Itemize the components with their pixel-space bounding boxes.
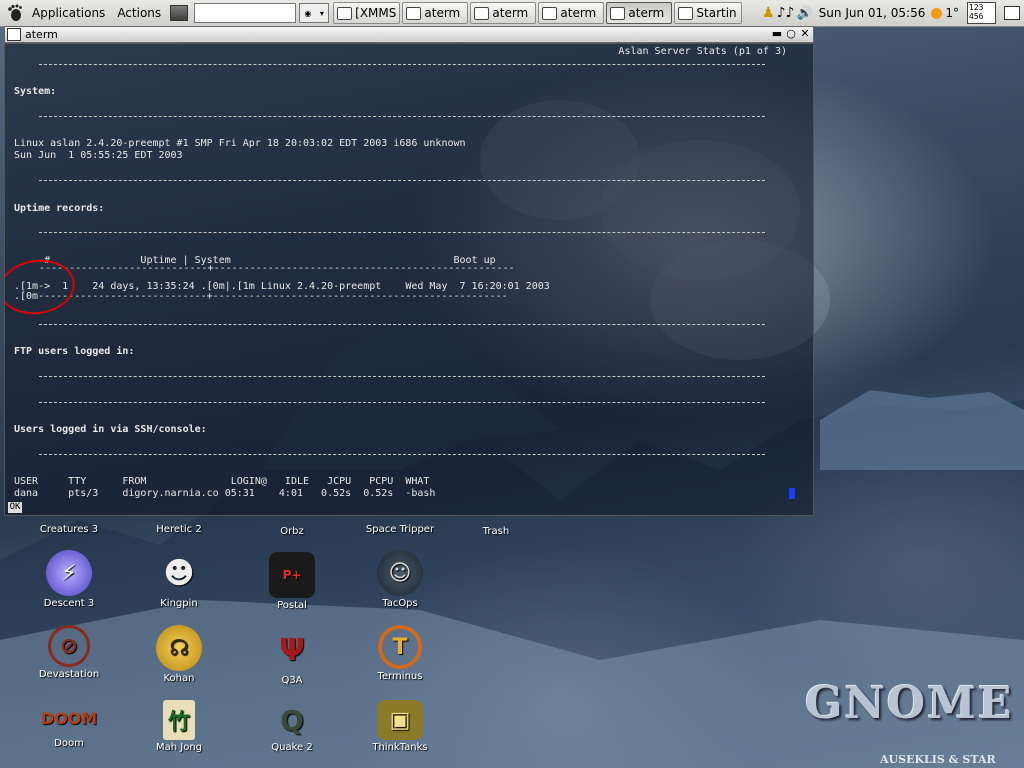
doom-icon: DOOM (40, 708, 98, 728)
separator (39, 376, 765, 377)
volume-spin-icon[interactable]: ◉ ▾ (299, 3, 330, 23)
desktop-icon-devastation[interactable]: ⊘ Devastation (24, 625, 114, 680)
clock[interactable]: Sun Jun 01, 05:56 (813, 6, 932, 20)
who-header: USER TTY FROM LOGIN@ IDLE JCPU PCPU WHAT (14, 476, 430, 487)
close-icon[interactable]: ✕ (799, 28, 811, 40)
mahjong-icon: 竹 (163, 700, 195, 740)
maximize-icon[interactable]: ○ (785, 28, 797, 40)
who-row: dana pts/3 digory.narnia.co 05:31 4:01 0… (14, 488, 436, 499)
terminal-cursor (789, 488, 795, 499)
weather-temperature[interactable]: 1° (945, 6, 959, 20)
date-line: Sun Jun 1 05:55:25 EDT 2003 (14, 150, 183, 161)
ftp-heading: FTP users logged in: (14, 346, 135, 357)
desktop-icon-heretic-2[interactable]: Heretic 2 (134, 520, 224, 535)
gnome-foot-icon[interactable] (4, 2, 26, 24)
volume-icon[interactable]: 🔊 (796, 6, 812, 21)
uptime-table-separator: ----------------------------+-----------… (39, 263, 515, 274)
system-heading: System: (14, 86, 57, 97)
ok-indicator: OK (8, 502, 22, 513)
terminal-launcher-icon[interactable] (170, 5, 189, 21)
window-title: aterm (25, 28, 58, 41)
task-starting[interactable]: Startin (674, 2, 743, 24)
separator (39, 324, 765, 325)
postal-icon: P+ (269, 552, 315, 598)
window-icon (678, 6, 694, 20)
separator (39, 454, 765, 455)
separator (39, 64, 765, 65)
task-aterm-1[interactable]: aterm (402, 2, 469, 24)
desktop-icon-space-tripper[interactable]: Space Tripper (355, 520, 445, 535)
task-aterm-3[interactable]: aterm (538, 2, 605, 24)
command-entry[interactable] (194, 3, 297, 23)
gaim-buddy-icon[interactable]: ♟ (762, 5, 775, 21)
minimize-icon[interactable]: ▬ (771, 28, 783, 40)
separator (39, 402, 765, 403)
desktop-icon-terminus[interactable]: T Terminus (355, 625, 445, 682)
uname-line: Linux aslan 2.4.20-preempt #1 SMP Fri Ap… (14, 138, 466, 149)
music-note-icon[interactable]: ♪♪ (777, 5, 795, 21)
window-menu-icon[interactable] (7, 28, 21, 41)
desktop-icon-orbz[interactable]: Orbz (247, 522, 337, 537)
desktop-icon-kingpin[interactable]: ☻ Kingpin (134, 550, 224, 610)
window-icon (337, 6, 353, 20)
screenshot-window-icon[interactable] (1004, 6, 1020, 20)
devastation-icon: ⊘ (48, 625, 90, 667)
uptime-heading: Uptime records: (14, 203, 105, 214)
desktop-icon-mah-jong[interactable]: 竹 Mah Jong (134, 700, 224, 753)
top-panel: Applications Actions ◉ ▾ [XMMS aterm ater… (0, 0, 1024, 27)
workspace-pager[interactable]: 123 456 (967, 2, 996, 24)
quake2-icon: Q (280, 703, 304, 737)
weather-sun-icon[interactable] (931, 7, 943, 19)
kohan-icon: ☊ (156, 625, 202, 671)
system-tray: ♟ ♪♪ 🔊 Sun Jun 01, 05:56 1° 123 456 (762, 2, 1024, 24)
window-icon (406, 6, 422, 20)
terminus-icon: T (378, 625, 422, 669)
window-icon (610, 6, 626, 20)
applications-menu[interactable]: Applications (26, 6, 111, 20)
separator (39, 180, 765, 181)
desktop-icon-descent-3[interactable]: ⚡ Descent 3 (24, 550, 114, 609)
uptime-record-row-continued: .[0m----------------------------+-------… (14, 291, 508, 302)
desktop-icon-quake-2[interactable]: Q Quake 2 (247, 700, 337, 754)
desktop-icon-tacops[interactable]: ☺ TacOps (355, 550, 445, 609)
desktop-icon-trash[interactable]: Trash (451, 522, 541, 537)
window-icon (542, 6, 558, 20)
thinktanks-icon: ▣ (377, 700, 423, 740)
ssh-heading: Users logged in via SSH/console: (14, 424, 207, 435)
desktop-icon-postal[interactable]: P+ Postal (247, 552, 337, 611)
separator (39, 232, 765, 233)
desktop-icon-doom[interactable]: DOOM Doom (24, 700, 114, 750)
tacops-icon: ☺ (377, 550, 423, 596)
gnome-logo: GNOME (805, 678, 1014, 729)
kingpin-icon: ☻ (163, 555, 195, 591)
separator (39, 116, 765, 117)
terminal-output[interactable]: Aslan Server Stats (p1 of 3) System: Lin… (4, 43, 814, 516)
stats-header: Aslan Server Stats (p1 of 3) (618, 46, 787, 57)
task-aterm-2[interactable]: aterm (470, 2, 537, 24)
task-xmms[interactable]: [XMMS (333, 2, 401, 24)
quake3-icon: Ψ (279, 632, 305, 668)
aterm-window: aterm ▬ ○ ✕ Aslan Server Stats (p1 of 3)… (4, 26, 814, 516)
wallpaper-credit: AUSEKLIS & STAR (880, 753, 996, 766)
desktop-icon-creatures-3[interactable]: Creatures 3 (24, 520, 114, 535)
descent-icon: ⚡ (46, 550, 92, 596)
desktop-icon-kohan[interactable]: ☊ Kohan (134, 625, 224, 684)
desktop-icon-thinktanks[interactable]: ▣ ThinkTanks (355, 700, 445, 753)
desktop-icon-q3a[interactable]: Ψ Q3A (247, 627, 337, 687)
task-aterm-active[interactable]: aterm (606, 2, 673, 24)
window-titlebar[interactable]: aterm ▬ ○ ✕ (4, 26, 814, 43)
window-icon (474, 6, 490, 20)
actions-menu[interactable]: Actions (111, 6, 167, 20)
